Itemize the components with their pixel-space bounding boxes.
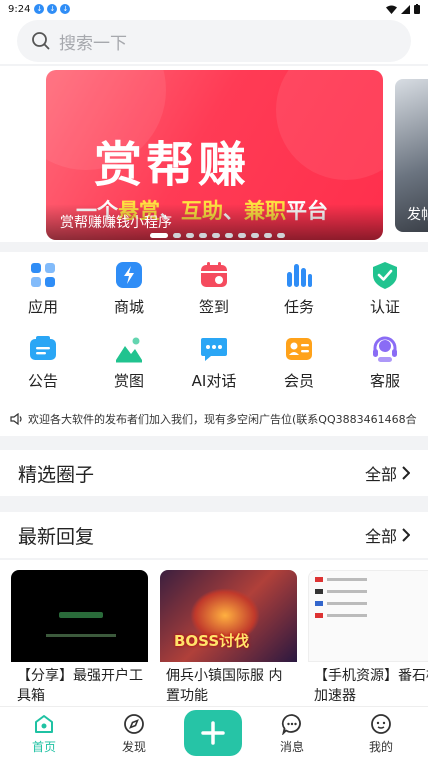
search-icon: [32, 32, 50, 50]
carousel-dot[interactable]: [212, 233, 220, 238]
status-icons: [386, 4, 420, 14]
notice-icon: [28, 334, 58, 364]
feature-item[interactable]: 赏图: [86, 334, 172, 391]
banner-slide[interactable]: 赏帮赚 一个悬赏、互助、兼职平台 赏帮赚赚钱小程序: [46, 70, 383, 240]
calendar-icon: [199, 260, 229, 290]
signal-icon: [401, 4, 410, 14]
chevron-right-icon: [402, 528, 410, 542]
vip-card-icon: [284, 334, 314, 364]
feature-label: 会员: [283, 372, 314, 390]
compass-icon: [124, 714, 144, 734]
feature-item[interactable]: 签到: [171, 260, 257, 317]
bar-chart-icon: [284, 260, 314, 290]
carousel-dot[interactable]: [277, 233, 285, 238]
feature-label: 签到: [198, 298, 229, 316]
feature-item[interactable]: 认证: [342, 260, 428, 317]
tab-discover[interactable]: 发现: [104, 713, 164, 755]
feature-label: 赏图: [113, 372, 144, 390]
feature-grid: 应用 商城 签到 任务 认证公告 赏图 AI对话 会员 客服: [0, 252, 428, 402]
carousel-dot[interactable]: [150, 233, 168, 238]
banner-next-caption: 发帖: [407, 207, 428, 223]
latest-replies-header: 最新回复 全部: [0, 512, 428, 558]
post-title: 【分享】最强开户工具箱: [17, 668, 143, 704]
carousel-indicator: [150, 233, 285, 238]
feature-item[interactable]: 应用: [0, 260, 86, 317]
feature-item[interactable]: 会员: [256, 334, 342, 391]
speaker-icon: [10, 413, 22, 425]
post-title: 佣兵小镇国际服 内置功能: [166, 668, 283, 704]
feature-label: 认证: [369, 298, 400, 316]
carousel-dot[interactable]: [225, 233, 233, 238]
post-thumbnail: [308, 570, 428, 662]
feature-label: AI对话: [191, 372, 237, 390]
search-input[interactable]: 搜索一下: [17, 20, 411, 62]
message-icon: [281, 714, 301, 735]
tab-messages[interactable]: 消息: [262, 713, 322, 755]
headset-icon: [370, 334, 400, 364]
post-card[interactable]: 【分享】最强开户工具箱: [11, 570, 151, 706]
carousel-dot[interactable]: [186, 233, 194, 238]
banner-headline: 赏帮赚: [94, 137, 251, 193]
bottom-tab-bar: 首页 发现 消息 我的: [0, 706, 428, 761]
wifi-icon: [386, 5, 397, 14]
tab-profile[interactable]: 我的: [351, 713, 411, 755]
view-all-link[interactable]: 全部: [365, 523, 410, 547]
chat-icon: [199, 334, 229, 364]
section-title: 最新回复: [18, 525, 95, 548]
tab-home[interactable]: 首页: [14, 713, 74, 755]
feature-item[interactable]: 客服: [342, 334, 428, 391]
carousel-dot[interactable]: [251, 233, 259, 238]
feature-item[interactable]: 商城: [86, 260, 172, 317]
banner-caption: 赏帮赚赚钱小程序: [60, 215, 172, 231]
plus-icon: [201, 721, 225, 745]
post-thumbnail: BOSS讨伐: [160, 570, 297, 662]
feature-label: 公告: [27, 372, 58, 390]
feature-label: 任务: [283, 298, 314, 316]
notification-icon: ↓: [47, 4, 58, 14]
view-all-link[interactable]: 全部: [365, 461, 410, 485]
status-bar: 9:24 ↓ ↓ ↓: [0, 0, 428, 18]
carousel-dot[interactable]: [264, 233, 272, 238]
notification-icon: ↓: [60, 4, 71, 14]
apps-icon: [28, 260, 58, 290]
notice-bar[interactable]: 欢迎各大软件的发布者们加入我们，现有多空闲广告位(联系QQ3883461468合: [0, 402, 428, 436]
feature-label: 商城: [113, 298, 144, 316]
feature-item[interactable]: 任务: [256, 260, 342, 317]
home-icon: [35, 715, 53, 733]
chevron-right-icon: [402, 466, 410, 480]
post-card[interactable]: BOSS讨伐 佣兵小镇国际服 内置功能: [160, 570, 300, 706]
create-post-button[interactable]: [184, 710, 242, 756]
lightning-icon: [114, 260, 144, 290]
feature-item[interactable]: 公告: [0, 334, 86, 391]
feature-label: 客服: [369, 372, 400, 390]
section-title: 精选圈子: [18, 463, 95, 486]
thumb-title: BOSS讨伐: [174, 632, 250, 650]
notice-text: 欢迎各大软件的发布者们加入我们，现有多空闲广告位(联系QQ3883461468合: [28, 413, 417, 426]
search-placeholder: 搜索一下: [59, 33, 127, 54]
carousel-dot[interactable]: [238, 233, 246, 238]
banner-carousel[interactable]: 赏帮赚 一个悬赏、互助、兼职平台 赏帮赚赚钱小程序 发帖: [0, 66, 428, 242]
carousel-dot[interactable]: [199, 233, 207, 238]
feature-item[interactable]: AI对话: [171, 334, 257, 391]
battery-icon: [414, 4, 420, 14]
featured-circles-header: 精选圈子 全部: [0, 450, 428, 496]
shield-check-icon: [370, 260, 400, 290]
search-area: 搜索一下: [0, 18, 428, 64]
carousel-dot[interactable]: [173, 233, 181, 238]
post-card[interactable]: 【手机资源】番石榴加速器: [308, 570, 428, 706]
banner-next-slide[interactable]: 发帖: [395, 79, 428, 232]
post-thumbnail: [11, 570, 148, 662]
status-time: 9:24: [8, 3, 31, 15]
post-card-list: 【分享】最强开户工具箱 BOSS讨伐 佣兵小镇国际服 内置功能 【手机资源】番石…: [0, 560, 428, 706]
post-title: 【手机资源】番石榴加速器: [314, 668, 428, 704]
feature-label: 应用: [27, 298, 58, 316]
notification-icon: ↓: [34, 4, 45, 14]
profile-icon: [371, 714, 391, 734]
image-icon: [114, 334, 144, 364]
